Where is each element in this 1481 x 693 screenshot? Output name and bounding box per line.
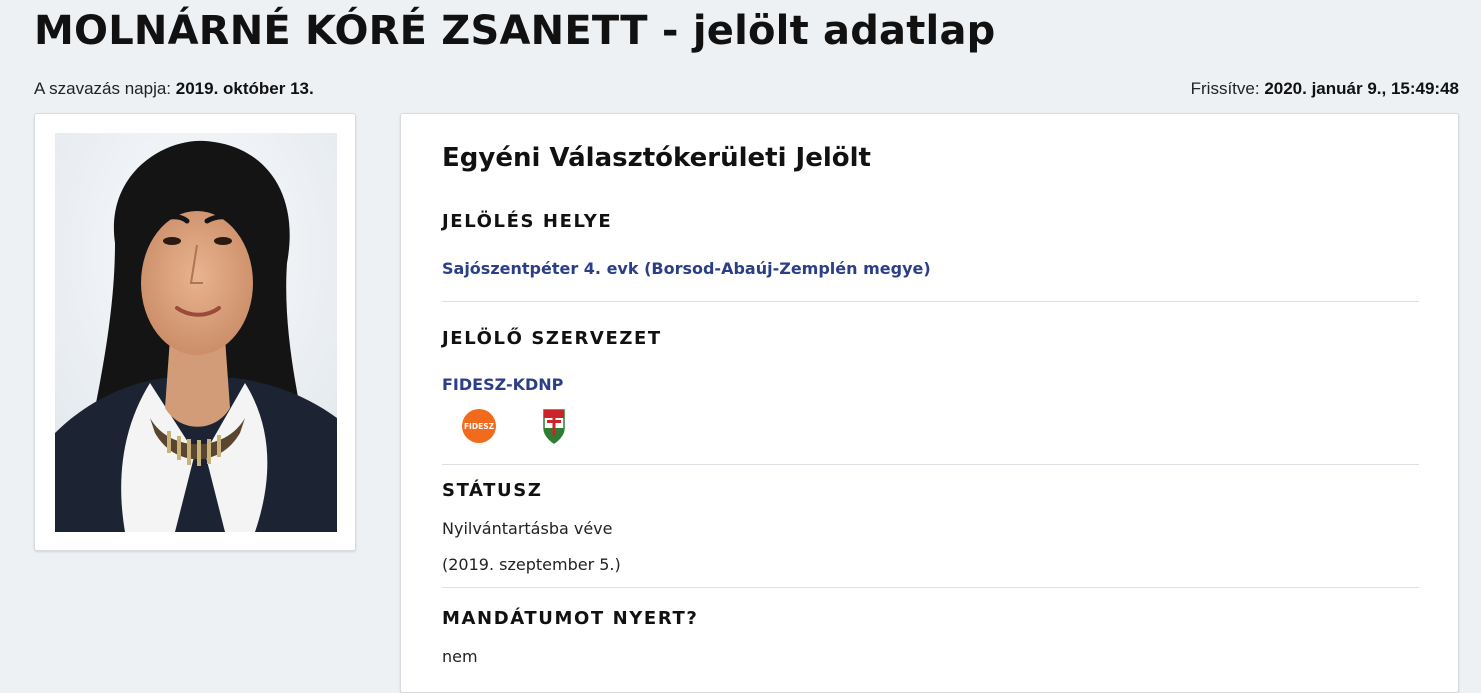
- candidate-type-heading: Egyéni Választókerületi Jelölt: [442, 143, 871, 173]
- nominating-org-link[interactable]: FIDESZ-KDNP: [442, 374, 563, 396]
- updated-label: Frissítve:: [1190, 79, 1260, 98]
- fidesz-logo-icon[interactable]: FIDESZ: [459, 406, 499, 446]
- section-divider: [442, 464, 1419, 465]
- nominating-org-label: JELÖLŐ SZERVEZET: [442, 328, 662, 349]
- status-date: (2019. szeptember 5.): [442, 555, 621, 574]
- candidate-portrait-image: [55, 133, 337, 532]
- photo-card: [34, 113, 356, 551]
- page-title: MOLNÁRNÉ KÓRÉ ZSANETT - jelölt adatlap: [34, 8, 996, 54]
- section-divider: [442, 587, 1419, 588]
- vote-date-value: 2019. október 13.: [175, 79, 314, 98]
- kdnp-logo-icon[interactable]: [534, 406, 574, 446]
- mandate-won-value: nem: [442, 647, 478, 666]
- updated-value: 2020. január 9., 15:49:48: [1264, 79, 1459, 98]
- mandate-won-label: MANDÁTUMOT NYERT?: [442, 608, 699, 629]
- vote-date-line: A szavazás napja: 2019. október 13.: [34, 78, 314, 100]
- nomination-place-link[interactable]: Sajószentpéter 4. evk (Borsod-Abaúj-Zemp…: [442, 258, 931, 280]
- updated-line: Frissítve: 2020. január 9., 15:49:48: [1191, 78, 1459, 100]
- status-value: Nyilvántartásba véve: [442, 519, 613, 538]
- section-divider: [442, 301, 1419, 302]
- fidesz-logo-text: FIDESZ: [464, 422, 495, 431]
- nomination-place-label: JELÖLÉS HELYE: [442, 211, 613, 232]
- vote-date-label: A szavazás napja:: [34, 79, 172, 98]
- candidate-info-card: Egyéni Választókerületi Jelölt JELÖLÉS H…: [400, 113, 1459, 693]
- status-label: STÁTUSZ: [442, 480, 543, 501]
- candidate-photo: [55, 133, 337, 532]
